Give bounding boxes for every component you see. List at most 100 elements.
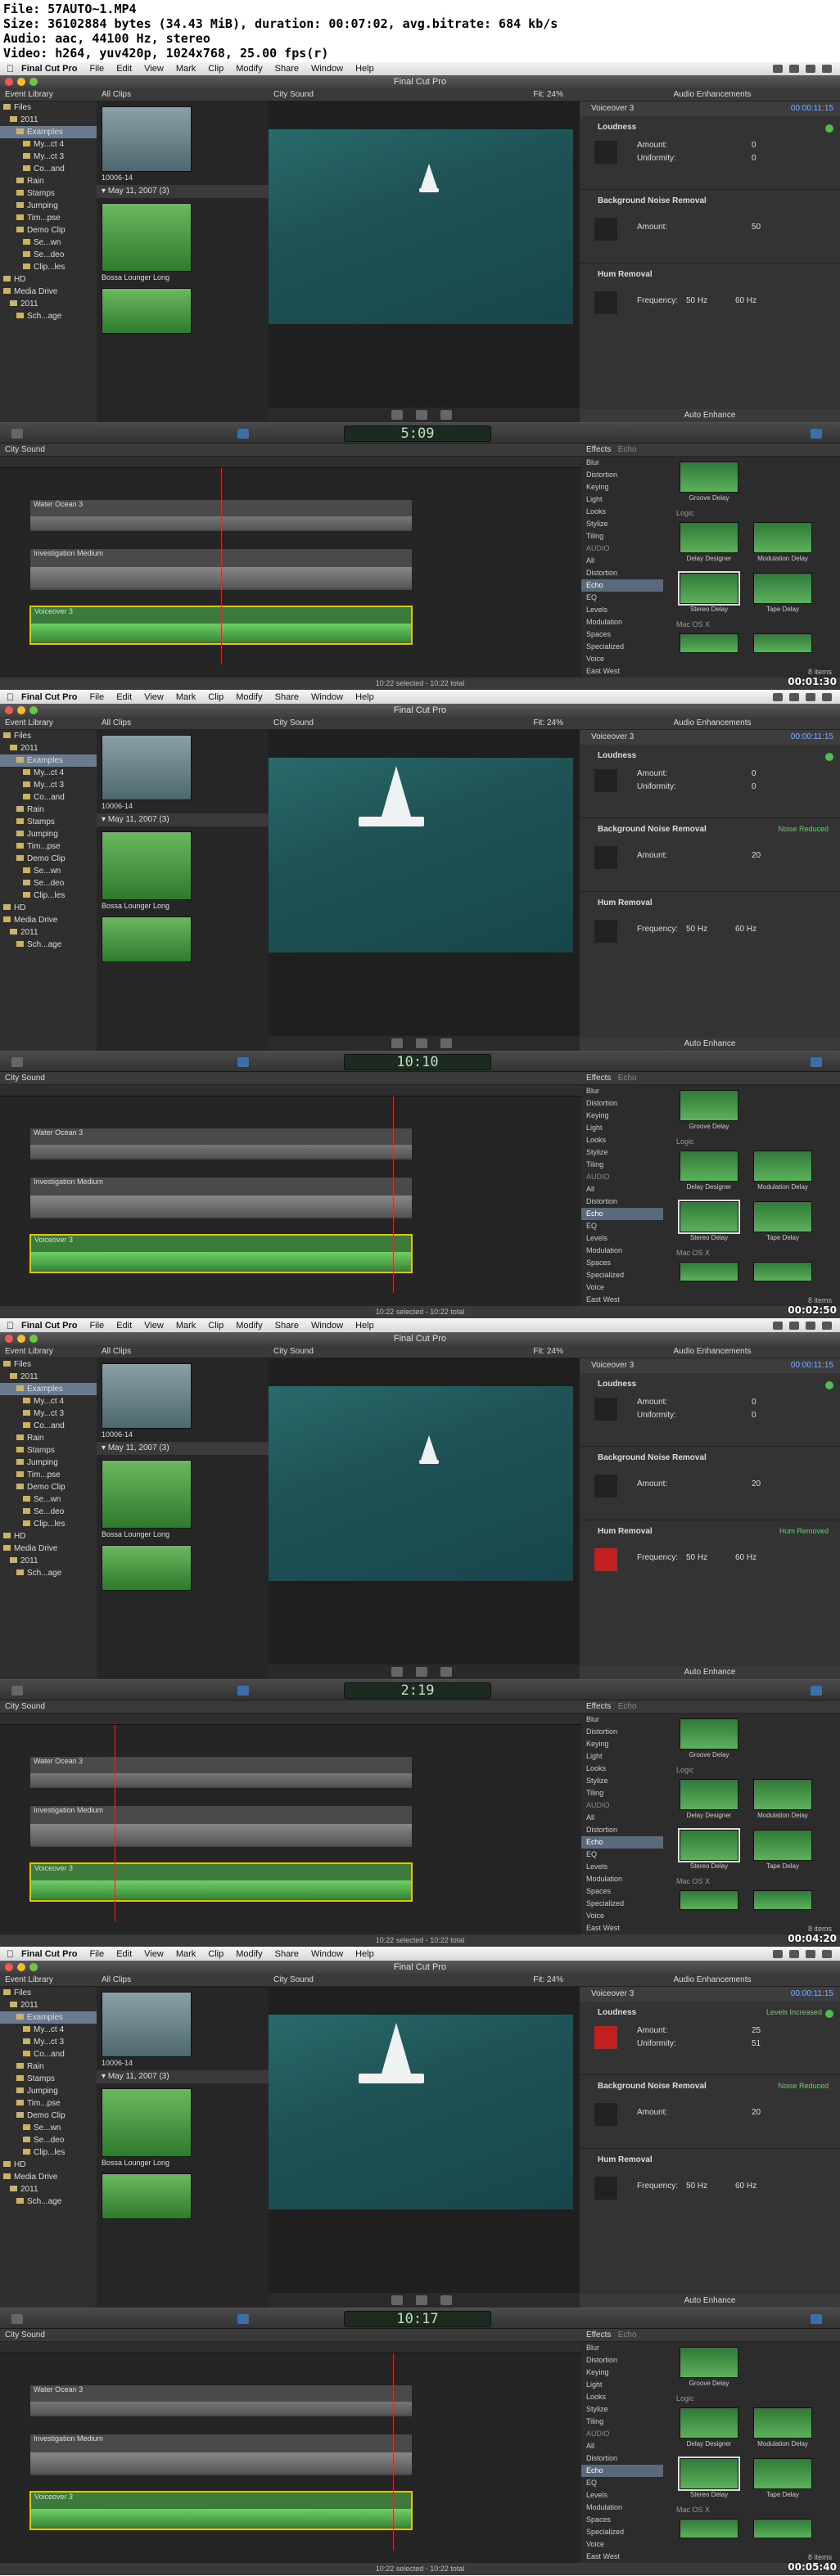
library-item[interactable]: Jumping: [0, 200, 97, 212]
effect-category[interactable]: All: [581, 1812, 663, 1824]
menu-item[interactable]: Share: [275, 691, 299, 704]
menu-item[interactable]: Window: [311, 691, 343, 704]
library-item[interactable]: Files: [0, 1987, 97, 1999]
library-item[interactable]: My...ct 3: [0, 779, 97, 791]
effects-tab[interactable]: Echo: [618, 1074, 637, 1083]
effect-category[interactable]: East West: [581, 1294, 663, 1306]
effect-thumbnail[interactable]: [680, 2407, 738, 2439]
browser-header[interactable]: All Clips: [97, 1974, 269, 1987]
freq-60hz[interactable]: 60 Hz: [735, 1553, 756, 1562]
timeline-clip[interactable]: Investigation Medium: [29, 2434, 413, 2476]
menu-item[interactable]: File: [89, 62, 104, 75]
import-icon[interactable]: [11, 429, 23, 439]
timeline-ruler[interactable]: [0, 1085, 581, 1097]
effect-category[interactable]: Distortion: [581, 469, 663, 481]
effect-thumbnail[interactable]: [753, 2519, 812, 2538]
effect-category[interactable]: AUDIO: [581, 1171, 663, 1183]
clip-thumbnail[interactable]: [102, 1363, 192, 1429]
effect-category[interactable]: Modulation: [581, 2502, 663, 2514]
effect-category[interactable]: Blur: [581, 1085, 663, 1097]
library-item[interactable]: My...ct 3: [0, 2036, 97, 2048]
forward-icon[interactable]: [440, 2295, 452, 2305]
effect-category[interactable]: Blur: [581, 457, 663, 469]
library-item[interactable]: HD: [0, 1530, 97, 1542]
effect-category[interactable]: Distortion: [581, 567, 663, 579]
menu-item[interactable]: Modify: [236, 62, 262, 75]
library-item[interactable]: Se...wn: [0, 236, 97, 249]
effect-category[interactable]: Blur: [581, 2342, 663, 2354]
minimize-button[interactable]: [17, 78, 25, 86]
effect-category[interactable]: Tiling: [581, 530, 663, 543]
effect-category[interactable]: Light: [581, 1750, 663, 1763]
effect-category[interactable]: Levels: [581, 2489, 663, 2502]
menu-item[interactable]: Share: [275, 62, 299, 75]
effect-thumbnail[interactable]: [753, 1830, 812, 1861]
effect-thumbnail[interactable]: [753, 522, 812, 553]
menu-item[interactable]: Edit: [116, 1319, 132, 1332]
effect-thumbnail[interactable]: [753, 1262, 812, 1281]
effect-thumbnail[interactable]: [753, 2458, 812, 2489]
library-item[interactable]: Files: [0, 1358, 97, 1371]
audio-clip-thumbnail[interactable]: [102, 1460, 192, 1529]
library-item[interactable]: Tim...pse: [0, 1469, 97, 1481]
effect-category[interactable]: All: [581, 2440, 663, 2452]
effect-category[interactable]: Distortion: [581, 1097, 663, 1110]
library-item[interactable]: HD: [0, 273, 97, 286]
library-item[interactable]: My...ct 4: [0, 138, 97, 151]
library-item[interactable]: 2011: [0, 926, 97, 939]
menu-item[interactable]: File: [89, 1319, 104, 1332]
apple-menu-icon[interactable]: : [7, 691, 14, 704]
menu-item[interactable]: Clip: [208, 62, 224, 75]
effect-category[interactable]: Levels: [581, 1861, 663, 1873]
audio-clip-thumbnail[interactable]: [102, 831, 192, 900]
freq-60hz[interactable]: 60 Hz: [735, 2182, 756, 2191]
effect-category[interactable]: Specialized: [581, 1898, 663, 1910]
effect-category[interactable]: Modulation: [581, 1245, 663, 1257]
library-item[interactable]: Media Drive: [0, 286, 97, 298]
menu-item[interactable]: Edit: [116, 1948, 132, 1961]
playhead[interactable]: [393, 1097, 394, 1293]
timeline-clip[interactable]: Water Ocean 3: [29, 1128, 413, 1160]
menu-item[interactable]: Edit: [116, 62, 132, 75]
audio-clip-thumbnail[interactable]: [102, 916, 192, 962]
timeline-clip[interactable]: Water Ocean 3: [29, 1756, 413, 1789]
timeline-clip-selected[interactable]: Voiceover 3: [29, 1862, 413, 1902]
effects-tab[interactable]: Echo: [618, 1702, 637, 1711]
library-item[interactable]: 2011: [0, 1371, 97, 1383]
effect-category[interactable]: Keying: [581, 1738, 663, 1750]
library-item[interactable]: Files: [0, 101, 97, 114]
library-item[interactable]: Clip...les: [0, 1518, 97, 1530]
effect-thumbnail-selected[interactable]: [678, 1200, 740, 1234]
effect-category[interactable]: Voice: [581, 1910, 663, 1922]
library-item[interactable]: Sch...age: [0, 939, 97, 951]
freq-50hz[interactable]: 50 Hz: [686, 2182, 707, 2191]
menu-item[interactable]: Window: [311, 62, 343, 75]
library-item[interactable]: Tim...pse: [0, 840, 97, 853]
library-item[interactable]: Demo Clip: [0, 2110, 97, 2122]
clip-thumbnail[interactable]: [102, 106, 192, 172]
effect-thumbnail[interactable]: [680, 1890, 738, 1910]
library-item[interactable]: Sch...age: [0, 310, 97, 322]
effect-category[interactable]: Light: [581, 493, 663, 506]
rewind-icon[interactable]: [391, 2295, 403, 2305]
freq-60hz[interactable]: 60 Hz: [735, 296, 756, 305]
import-icon[interactable]: [11, 1686, 23, 1696]
effect-category[interactable]: All: [581, 555, 663, 567]
effect-category[interactable]: Tiling: [581, 2416, 663, 2428]
timeline-clip-selected[interactable]: Voiceover 3: [29, 1234, 413, 1273]
library-item[interactable]: Files: [0, 730, 97, 742]
menu-item[interactable]: Help: [355, 691, 374, 704]
effect-category[interactable]: East West: [581, 665, 663, 678]
effect-thumbnail[interactable]: [753, 633, 812, 653]
library-item[interactable]: Se...wn: [0, 1493, 97, 1506]
audio-clip-thumbnail[interactable]: [102, 2173, 192, 2219]
effect-category[interactable]: East West: [581, 1922, 663, 1934]
forward-icon[interactable]: [440, 1667, 452, 1677]
effect-category[interactable]: Distortion: [581, 2452, 663, 2465]
freq-50hz[interactable]: 50 Hz: [686, 296, 707, 305]
library-item[interactable]: Se...wn: [0, 2122, 97, 2134]
minimize-button[interactable]: [17, 1963, 25, 1971]
effect-thumbnail[interactable]: [680, 1718, 738, 1750]
menu-item[interactable]: Mark: [176, 62, 196, 75]
library-item[interactable]: 2011: [0, 298, 97, 310]
